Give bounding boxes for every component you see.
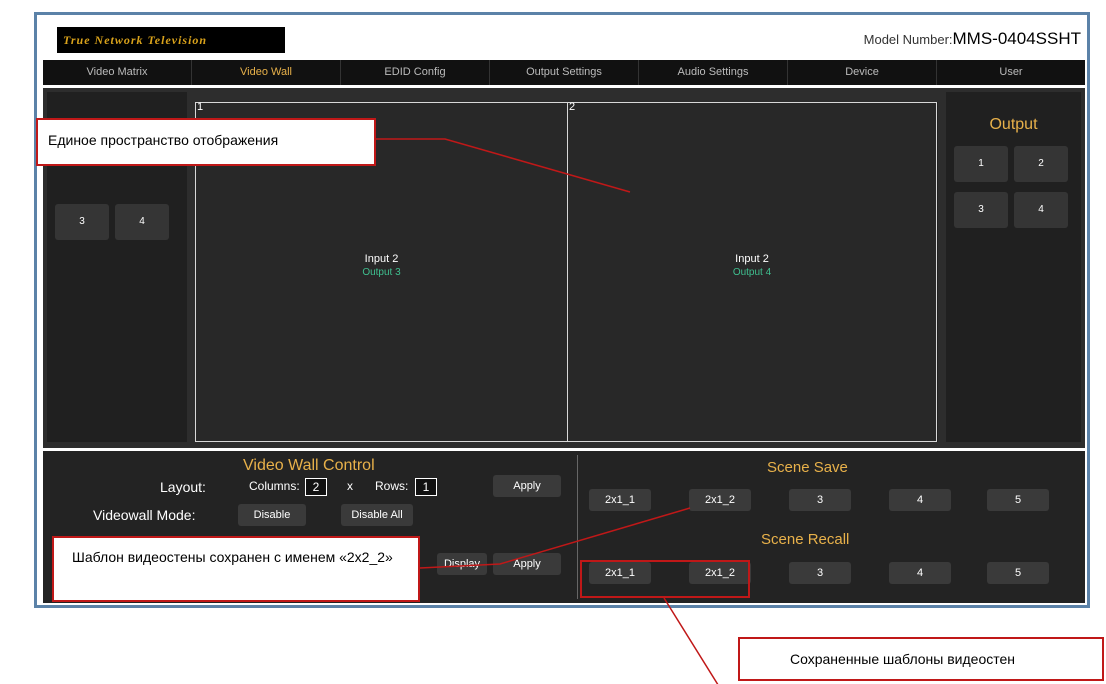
recall-highlight-box bbox=[580, 560, 750, 598]
callout-line-display-space bbox=[375, 138, 631, 193]
callout-line-saved-templates bbox=[663, 597, 719, 684]
callout-saved-templates: Сохраненные шаблоны видеостен bbox=[738, 637, 1104, 681]
callout-line-template-saved bbox=[419, 507, 691, 569]
callout-template-saved: Шаблон видеостены сохранен с именем «2x2… bbox=[52, 536, 420, 602]
callout-display-space: Единое пространство отображения bbox=[36, 118, 376, 166]
